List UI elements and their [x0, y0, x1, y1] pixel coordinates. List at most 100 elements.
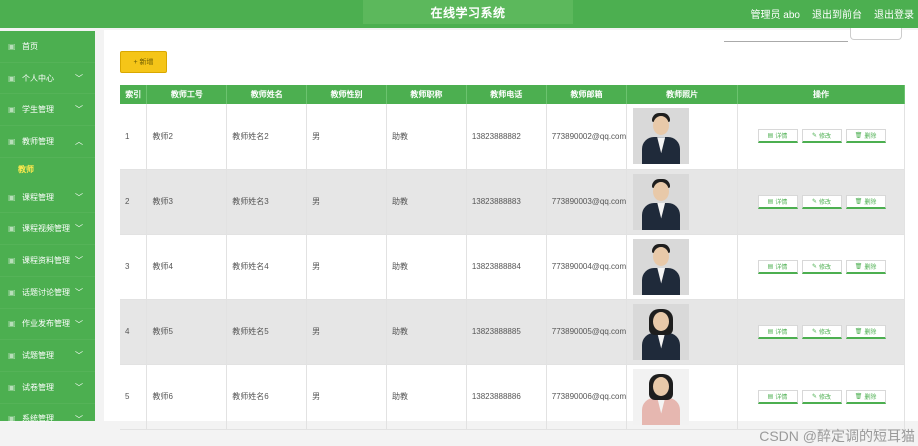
cell-index: 5	[120, 364, 148, 430]
sidebar-item-label: 课程管理	[22, 192, 54, 202]
sidebar-item-label: 课程资料管理	[22, 255, 70, 265]
cell-teacher-name: 教师姓名3	[226, 169, 308, 235]
column-header: 教师电话	[466, 85, 547, 104]
sidebar-item-student-mgmt[interactable]: ▣ 学生管理 ﹀	[0, 94, 95, 127]
cell-phone: 13823888885	[466, 299, 547, 365]
sidebar-item-label: 系统管理	[22, 414, 54, 424]
delete-button[interactable]: 🗑 删除	[845, 259, 886, 274]
trash-icon: 🗑	[854, 263, 863, 270]
sidebar-item-homework-mgmt[interactable]: ▣ 作业发布管理 ﹀	[0, 309, 95, 341]
menu-icon: ▣	[8, 287, 16, 297]
table-row: 2 教师3 教师姓名3 男助教 13823888883 773890003@qq.com ▤…	[120, 169, 905, 235]
cell-title: 助教	[386, 364, 467, 430]
edit-button[interactable]: ✎ 修改	[801, 389, 842, 404]
back-to-frontend-link[interactable]: 退出到前台	[812, 6, 862, 21]
cell-teacher-name: 教师姓名4	[226, 234, 308, 300]
cell-photo	[626, 169, 739, 235]
sidebar-item-topic-discussion-mgmt[interactable]: ▣ 话题讨论管理 ﹀	[0, 277, 95, 309]
chevron-down-icon: ﹀	[75, 192, 83, 202]
cell-email: 773890002@qq.com	[546, 104, 628, 170]
delete-button[interactable]: 🗑 删除	[845, 194, 886, 209]
cell-actions: ▤ 详情 ✎ 修改 🗑 删除	[737, 104, 905, 170]
search-input[interactable]	[724, 32, 848, 42]
cell-photo	[626, 364, 739, 430]
chevron-down-icon: ﹀	[75, 287, 83, 297]
edit-button[interactable]: ✎ 修改	[801, 324, 842, 339]
detail-icon: ▤	[767, 393, 774, 400]
teacher-photo	[633, 173, 690, 230]
sidebar-item-label: 个人中心	[22, 73, 54, 83]
column-header: 教师姓名	[226, 85, 308, 104]
cell-teacher-id: 教师5	[146, 299, 228, 365]
cell-index: 1	[120, 104, 148, 170]
header-actions: 管理员 abo 退出到前台 退出登录	[751, 6, 914, 21]
cell-index: 2	[120, 169, 148, 235]
table-row: 5 教师6 教师姓名6 男助教 13823888886 773890006@qq.com ▤…	[120, 364, 905, 430]
cell-actions: ▤ 详情 ✎ 修改 🗑 删除	[737, 234, 905, 300]
menu-icon: ▣	[8, 41, 16, 51]
plus-icon: +	[133, 58, 138, 66]
cell-title: 助教	[386, 104, 467, 170]
cell-teacher-name: 教师姓名5	[226, 299, 308, 365]
sidebar-item-teacher-mgmt[interactable]: ▣ 教师管理 ︿	[0, 126, 95, 158]
chevron-down-icon: ﹀	[75, 382, 83, 392]
column-header: 操作	[737, 85, 905, 104]
sidebar-item-home[interactable]: ▣ 首页	[0, 31, 95, 63]
menu-icon: ▣	[8, 105, 16, 115]
cell-teacher-id: 教师3	[146, 169, 228, 235]
delete-button[interactable]: 🗑 删除	[845, 324, 886, 339]
cell-actions: ▤ 详情 ✎ 修改 🗑 删除	[737, 169, 905, 235]
cell-email: 773890003@qq.com	[546, 169, 628, 235]
sidebar-item-system-mgmt[interactable]: ▣ 系统管理 ﹀	[0, 404, 95, 436]
detail-button[interactable]: ▤ 详情	[757, 259, 798, 274]
current-user: 管理员 abo	[750, 10, 800, 21]
menu-icon: ▣	[8, 319, 16, 329]
menu-icon: ▣	[8, 382, 16, 392]
watermark: CSDN @醉定调的短耳猫	[759, 428, 915, 444]
menu-icon: ▣	[8, 414, 16, 424]
sidebar-item-label: 学生管理	[22, 105, 54, 115]
chevron-down-icon: ﹀	[75, 105, 83, 115]
sidebar-item-question-mgmt[interactable]: ▣ 试题管理 ﹀	[0, 340, 95, 372]
cell-index: 4	[120, 299, 148, 365]
menu-icon: ▣	[8, 224, 16, 234]
sidebar-item-personal-center[interactable]: ▣ 个人中心 ﹀	[0, 63, 95, 95]
menu-icon: ▣	[8, 73, 16, 83]
edit-button[interactable]: ✎ 修改	[801, 194, 842, 209]
logout-link[interactable]: 退出登录	[874, 6, 914, 21]
sidebar-item-course-mgmt[interactable]: ▣ 课程管理 ﹀	[0, 182, 95, 214]
detail-button[interactable]: ▤ 详情	[757, 324, 798, 339]
chevron-down-icon: ﹀	[75, 319, 83, 329]
trash-icon: 🗑	[854, 198, 863, 205]
edit-button[interactable]: ✎ 修改	[801, 259, 842, 274]
sidebar-item-course-video-mgmt[interactable]: ▣ 课程视频管理 ﹀	[0, 213, 95, 246]
column-header: 教师性别	[306, 85, 387, 104]
sidebar-item-exam-paper-mgmt[interactable]: ▣ 试卷管理 ﹀	[0, 372, 95, 404]
chevron-down-icon: ﹀	[75, 73, 83, 83]
detail-button[interactable]: ▤ 详情	[757, 129, 798, 144]
chevron-down-icon: ﹀	[75, 256, 83, 266]
sidebar: ▣ 首页 ▣ 个人中心 ﹀ ▣ 学生管理 ﹀ ▣ 教师管理 ︿ 教师 ▣ 课程管理 ﹀ ▣ 课程视频管理 ﹀ ▣ 课程…	[0, 31, 95, 436]
teacher-photo	[633, 368, 690, 425]
add-button[interactable]: + 新增	[120, 51, 167, 73]
top-bar: 在线学习系统 管理员 abo 退出到前台 退出登录	[0, 0, 918, 28]
sidebar-item-course-material-mgmt[interactable]: ▣ 课程资料管理 ﹀	[0, 245, 95, 277]
cell-phone: 13823888884	[466, 234, 547, 300]
search-button[interactable]	[850, 28, 902, 40]
cell-photo	[626, 104, 739, 170]
cell-phone: 13823888882	[466, 104, 547, 170]
chevron-down-icon: ﹀	[75, 414, 83, 424]
sidebar-item-label: 课程视频管理	[22, 224, 70, 234]
detail-button[interactable]: ▤ 详情	[757, 194, 798, 209]
main-content: + 新增 索引 教师工号 教师姓名 教师性别 教师职称 教师电话 教师邮箱 教师照片 操作 1教…	[104, 28, 918, 444]
cell-teacher-id: 教师4	[146, 234, 228, 300]
delete-button[interactable]: 🗑 删除	[845, 389, 886, 404]
edit-button[interactable]: ✎ 修改	[801, 129, 842, 144]
delete-button[interactable]: 🗑 删除	[845, 129, 886, 144]
detail-button[interactable]: ▤ 详情	[757, 389, 798, 404]
teacher-table: 索引 教师工号 教师姓名 教师性别 教师职称 教师电话 教师邮箱 教师照片 操作 1 教师2 教师姓…	[120, 85, 905, 430]
chevron-up-icon: ︿	[75, 137, 83, 147]
sidebar-subitem-teacher[interactable]: 教师	[0, 158, 95, 182]
trash-icon: 🗑	[854, 393, 863, 400]
column-header: 教师邮箱	[546, 85, 628, 104]
